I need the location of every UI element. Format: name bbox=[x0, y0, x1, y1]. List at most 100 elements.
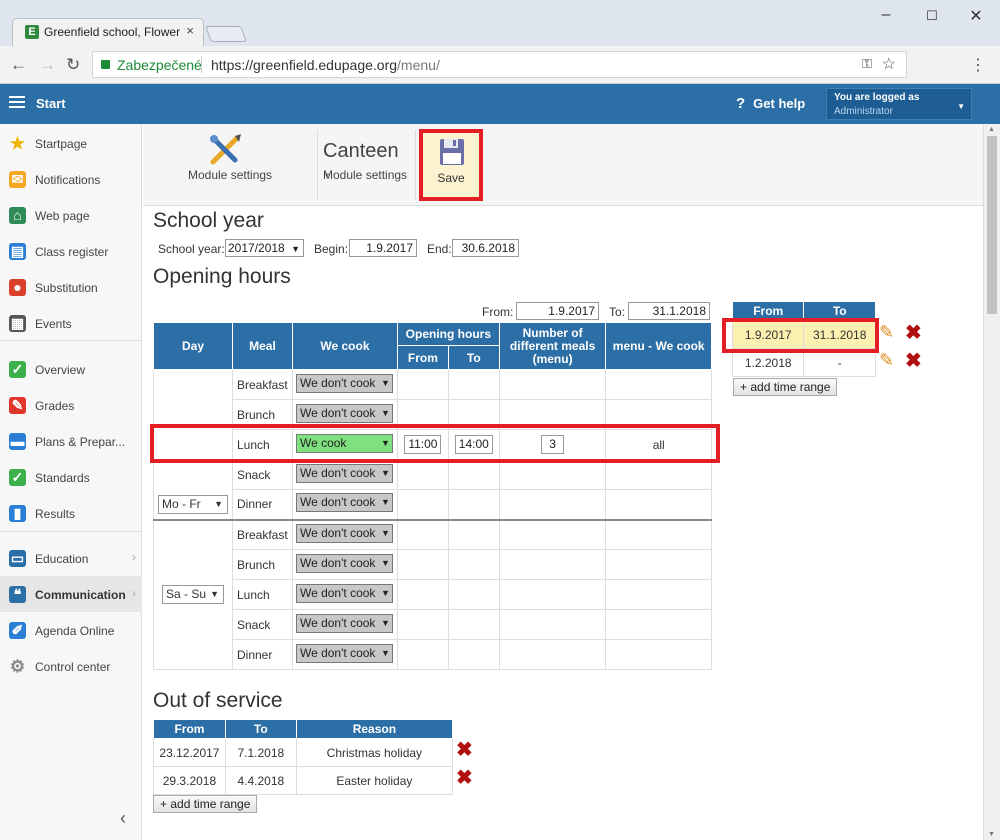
logged-as-label: You are logged as bbox=[834, 92, 920, 103]
user-menu[interactable]: You are logged as Administrator ▼ bbox=[826, 88, 972, 120]
opening-to-cell: 14:00 bbox=[447, 429, 500, 460]
day-select[interactable]: Sa - Su ▼ bbox=[162, 585, 224, 605]
sidebar-item-control-center[interactable]: ⚙ Control center bbox=[0, 648, 142, 684]
sidebar-item-notifications[interactable]: ✉ Notifications bbox=[0, 161, 142, 197]
bookmark-star-icon[interactable]: ☆ bbox=[882, 54, 896, 74]
we-cook-select[interactable]: We don't cook ▼ bbox=[295, 553, 393, 573]
oos-to: 4.4.2018 bbox=[224, 766, 297, 795]
maximize-icon[interactable]: ☐ bbox=[922, 8, 942, 24]
sidebar-item-web-page[interactable]: ⌂ Web page bbox=[0, 197, 142, 233]
edit-pencil-icon[interactable]: ✎ bbox=[879, 322, 894, 343]
delete-icon[interactable]: ✖ bbox=[456, 768, 473, 788]
forward-icon[interactable]: → bbox=[39, 55, 56, 75]
new-tab-button[interactable] bbox=[205, 26, 247, 42]
sidebar-item-label: Startpage bbox=[35, 137, 88, 151]
grades-icon: ✎ bbox=[9, 397, 26, 414]
we-cook-select[interactable]: We don't cook ▼ bbox=[295, 493, 393, 513]
close-window-icon[interactable]: ✕ bbox=[966, 6, 986, 26]
time-range-row[interactable]: 1.2.2018- bbox=[731, 348, 876, 377]
key-icon[interactable]: ⚿ bbox=[862, 56, 872, 72]
page-scrollbar[interactable]: ▲ ▼ bbox=[983, 124, 1000, 840]
opening-from-cell bbox=[396, 369, 449, 400]
url-field[interactable]: Zabezpečené https://greenfield.edupage.o… bbox=[92, 51, 907, 78]
school-year-select[interactable]: 2017/2018 ▼ bbox=[225, 239, 304, 257]
add-time-range-button[interactable]: + add time range bbox=[733, 378, 838, 396]
opening-from-field[interactable]: 1.9.2017 bbox=[516, 302, 599, 320]
select-arrow-icon: ▼ bbox=[379, 644, 390, 662]
browser-menu-icon[interactable]: ⋮ bbox=[970, 55, 986, 75]
opening-to-field[interactable]: 31.1.2018 bbox=[628, 302, 710, 320]
we-cook-cell: We don't cook ▼ bbox=[291, 459, 398, 490]
scroll-up-icon[interactable]: ▲ bbox=[988, 126, 995, 133]
chevron-right-icon: › bbox=[132, 586, 136, 600]
scroll-down-icon[interactable]: ▼ bbox=[988, 831, 995, 838]
sidebar-item-plans-prepar[interactable]: ▬ Plans & Prepar... bbox=[0, 423, 142, 459]
start-link[interactable]: Start bbox=[36, 96, 66, 111]
select-arrow-icon: ▼ bbox=[379, 374, 390, 392]
oos-from: 23.12.2017 bbox=[153, 738, 226, 767]
select-arrow-icon: ▼ bbox=[379, 614, 390, 632]
time-range-row[interactable]: 1.9.2017 31.1.2018 bbox=[731, 320, 876, 349]
add-out-of-service-button[interactable]: + add time range bbox=[153, 795, 258, 813]
minimize-icon[interactable]: – bbox=[876, 6, 896, 24]
num-meals-cell bbox=[498, 639, 607, 670]
browser-tab[interactable]: E Greenfield school, Flower × bbox=[12, 18, 204, 46]
meal-row: Lunch We cook ▼ 11:00 14:00 3 all bbox=[154, 429, 712, 460]
delete-icon[interactable]: ✖ bbox=[905, 323, 922, 343]
we-cook-select[interactable]: We don't cook ▼ bbox=[295, 643, 393, 663]
module-settings-button[interactable]: Module settings ▼ bbox=[171, 124, 331, 206]
sidebar-item-education[interactable]: ▭ Education › bbox=[0, 540, 142, 576]
scrollbar-thumb[interactable] bbox=[987, 136, 997, 314]
reload-icon[interactable]: ↻ bbox=[66, 55, 80, 75]
back-icon[interactable]: ← bbox=[10, 55, 27, 75]
meal-name: Breakfast bbox=[232, 369, 293, 400]
opening-from-cell bbox=[396, 399, 449, 430]
shield-check-icon: ✓ bbox=[9, 469, 26, 486]
sidebar-item-substitution[interactable]: ● Substitution bbox=[0, 269, 142, 305]
end-date-field[interactable]: 30.6.2018 bbox=[452, 239, 519, 257]
edit-pencil-icon[interactable]: ✎ bbox=[879, 350, 894, 371]
we-cook-select[interactable]: We don't cook ▼ bbox=[295, 463, 393, 483]
browser-tab-strip: E Greenfield school, Flower × – ☐ ✕ bbox=[0, 0, 1000, 46]
get-help-link[interactable]: ? Get help bbox=[736, 95, 805, 112]
sidebar-item-label: Education bbox=[35, 552, 89, 566]
we-cook-select[interactable]: We don't cook ▼ bbox=[295, 373, 393, 393]
we-cook-select[interactable]: We don't cook ▼ bbox=[295, 613, 393, 633]
delete-icon[interactable]: ✖ bbox=[905, 351, 922, 371]
day-cell: Sa - Su ▼ bbox=[153, 519, 233, 670]
sidebar-item-events[interactable]: ▦ Events bbox=[0, 305, 142, 341]
begin-date-field[interactable]: 1.9.2017 bbox=[349, 239, 417, 257]
sidebar-item-results[interactable]: ▮ Results bbox=[0, 495, 142, 531]
we-cook-select[interactable]: We don't cook ▼ bbox=[295, 403, 393, 423]
col-menu-we-cook: menu - We cook bbox=[605, 322, 712, 370]
opening-from-time-field[interactable]: 11:00 bbox=[404, 435, 442, 454]
col-day: Day bbox=[153, 322, 233, 370]
we-cook-select[interactable]: We don't cook ▼ bbox=[295, 583, 393, 603]
briefcase-icon: ▬ bbox=[9, 433, 26, 450]
sidebar-item-grades[interactable]: ✎ Grades bbox=[0, 387, 142, 423]
menu-we-cook-cell bbox=[605, 399, 712, 430]
we-cook-cell: We don't cook ▼ bbox=[291, 399, 398, 430]
num-meals-cell: 3 bbox=[498, 429, 607, 460]
we-cook-select[interactable]: We don't cook ▼ bbox=[295, 523, 393, 543]
sidebar-item-communication[interactable]: ❝ Communication › bbox=[0, 576, 142, 612]
opening-from-cell bbox=[396, 459, 449, 490]
sidebar-item-class-register[interactable]: ▤ Class register bbox=[0, 233, 142, 269]
hamburger-menu-icon[interactable] bbox=[9, 96, 25, 108]
sidebar-item-overview[interactable]: ✓ Overview bbox=[0, 351, 142, 387]
num-meals-field[interactable]: 3 bbox=[541, 435, 564, 454]
tab-close-icon[interactable]: × bbox=[186, 23, 194, 38]
save-button[interactable]: Save bbox=[419, 129, 483, 201]
opening-to-time-field[interactable]: 14:00 bbox=[454, 435, 493, 454]
num-meals-cell bbox=[498, 459, 607, 490]
meal-row: Dinner We don't cook ▼ bbox=[154, 489, 712, 520]
we-cook-select[interactable]: We cook ▼ bbox=[295, 433, 393, 453]
delete-icon[interactable]: ✖ bbox=[456, 740, 473, 760]
meal-row: Lunch We don't cook ▼ bbox=[154, 579, 712, 610]
sidebar-item-standards[interactable]: ✓ Standards bbox=[0, 459, 142, 495]
opening-to-cell bbox=[447, 579, 500, 610]
sidebar-item-startpage[interactable]: ★ Startpage bbox=[0, 125, 142, 161]
collapse-sidebar-icon[interactable]: ‹ bbox=[120, 808, 126, 829]
day-select[interactable]: Mo - Fr ▼ bbox=[158, 494, 228, 514]
sidebar-item-agenda-online[interactable]: ✐ Agenda Online bbox=[0, 612, 142, 648]
